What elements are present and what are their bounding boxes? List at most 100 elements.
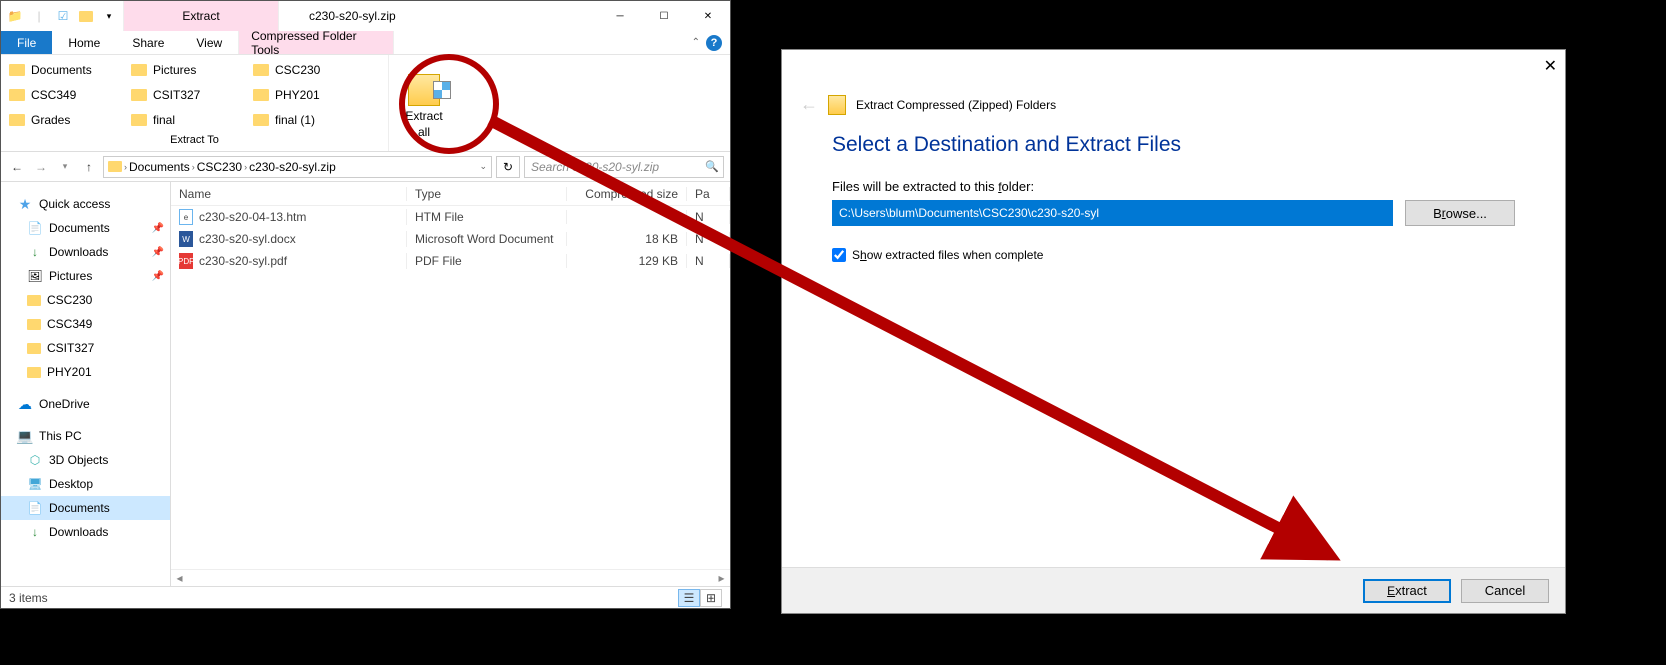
help-icon[interactable]: ? [706, 35, 722, 51]
horizontal-scrollbar[interactable]: ◂ ▸ [171, 569, 730, 586]
chevron-icon[interactable]: › [192, 162, 195, 172]
qat-chevron-icon[interactable]: ▾ [101, 8, 117, 24]
nav-up-button[interactable]: ↑ [79, 157, 99, 177]
ribbon-content: Documents Pictures CSC230 CSC349 CSIT327… [1, 55, 730, 152]
tab-home[interactable]: Home [52, 31, 116, 54]
dest-final-1[interactable]: final (1) [249, 107, 371, 132]
minimize-button[interactable]: ─ [598, 1, 642, 31]
column-type[interactable]: Type [407, 187, 567, 201]
file-date: N [687, 232, 730, 246]
dest-csc230[interactable]: CSC230 [249, 57, 371, 82]
folder-icon [9, 114, 25, 126]
nav-label: Desktop [49, 477, 93, 491]
breadcrumb-segment[interactable]: c230-s20-syl.zip [249, 160, 336, 174]
tab-view[interactable]: View [180, 31, 238, 54]
file-date: N [687, 210, 730, 224]
dest-csc349[interactable]: CSC349 [5, 82, 127, 107]
properties-icon[interactable]: ☑ [55, 8, 71, 24]
back-arrow-icon[interactable]: ← [800, 94, 818, 115]
extract-dialog: ✕ ← Extract Compressed (Zipped) Folders … [781, 49, 1566, 614]
cancel-button[interactable]: Cancel [1461, 579, 1549, 603]
view-details-button[interactable]: ☰ [678, 589, 700, 607]
nav-forward-button[interactable]: → [31, 157, 51, 177]
dialog-titlebar: ✕ [782, 50, 1565, 82]
close-button[interactable]: ✕ [686, 1, 730, 31]
nav-label: CSIT327 [47, 341, 94, 355]
pin-icon: 📌 [152, 271, 164, 282]
dest-final[interactable]: final [127, 107, 249, 132]
browse-button[interactable]: Browse... [1405, 200, 1515, 226]
titlebar: 📁 | ☑ ▾ Extract c230-s20-syl.zip ─ ☐ ✕ [1, 1, 730, 31]
dest-csit327[interactable]: CSIT327 [127, 82, 249, 107]
column-date[interactable]: Pa [687, 187, 730, 201]
window-title: c230-s20-syl.zip [279, 9, 396, 23]
address-bar: ← → ▾ ↑ › Documents › CSC230 › c230-s20-… [1, 152, 730, 182]
address-dropdown-icon[interactable]: ⌄ [479, 161, 487, 172]
nav-3d-objects[interactable]: ⬡3D Objects [1, 448, 170, 472]
extract-button[interactable]: Extract [1363, 579, 1451, 603]
destination-path-input[interactable]: C:\Users\blum\Documents\CSC230\c230-s20-… [832, 200, 1393, 226]
checkbox-input[interactable] [832, 248, 846, 262]
3d-objects-icon: ⬡ [27, 452, 43, 468]
file-size: 18 KB [567, 232, 687, 246]
pc-icon: 💻 [17, 428, 33, 444]
tab-file[interactable]: File [1, 31, 52, 54]
checkbox-label: Show extracted files when complete [852, 248, 1043, 262]
ribbon-help: ⌃ ? [692, 31, 730, 54]
nav-downloads[interactable]: ↓Downloads📌 [1, 240, 170, 264]
dest-grades[interactable]: Grades [5, 107, 127, 132]
nav-history-chevron-icon[interactable]: ▾ [55, 157, 75, 177]
file-type: PDF File [407, 254, 567, 268]
nav-documents[interactable]: 📄Documents📌 [1, 216, 170, 240]
dest-phy201[interactable]: PHY201 [249, 82, 371, 107]
nav-downloads-pc[interactable]: ↓Downloads [1, 520, 170, 544]
file-row[interactable]: ec230-s20-04-13.htm HTM File 1 N [171, 206, 730, 228]
view-large-icons-button[interactable]: ⊞ [700, 589, 722, 607]
chevron-icon[interactable]: › [124, 162, 127, 172]
nav-documents-pc[interactable]: 📄Documents [1, 496, 170, 520]
nav-pictures[interactable]: 🖼Pictures📌 [1, 264, 170, 288]
nav-back-button[interactable]: ← [7, 157, 27, 177]
nav-desktop[interactable]: 🖥Desktop [1, 472, 170, 496]
breadcrumb-segment[interactable]: Documents [129, 160, 190, 174]
qat-separator: | [31, 8, 47, 24]
folder-icon [253, 114, 269, 126]
dest-pictures[interactable]: Pictures [127, 57, 249, 82]
tab-share[interactable]: Share [116, 31, 180, 54]
column-name[interactable]: Name [171, 187, 407, 201]
refresh-button[interactable]: ↻ [496, 156, 520, 178]
nav-phy201[interactable]: PHY201 [1, 360, 170, 384]
nav-csc230[interactable]: CSC230 [1, 288, 170, 312]
column-headers: Name Type Compressed size Pa [171, 182, 730, 206]
maximize-button[interactable]: ☐ [642, 1, 686, 31]
nav-this-pc[interactable]: 💻This PC [1, 424, 170, 448]
tab-compressed-folder-tools[interactable]: Compressed Folder Tools [238, 31, 394, 54]
file-row[interactable]: PDFc230-s20-syl.pdf PDF File 129 KB N [171, 250, 730, 272]
chevron-icon[interactable]: › [244, 162, 247, 172]
nav-csit327[interactable]: CSIT327 [1, 336, 170, 360]
dest-documents[interactable]: Documents [5, 57, 127, 82]
new-folder-icon[interactable] [79, 11, 93, 22]
file-size: 129 KB [567, 254, 687, 268]
folder-icon [131, 89, 147, 101]
dest-label: final [153, 113, 175, 127]
show-files-checkbox[interactable]: Show extracted files when complete [832, 248, 1515, 262]
folder-icon [131, 64, 147, 76]
extract-all-button[interactable]: Extractall [389, 55, 459, 151]
scroll-left-icon[interactable]: ◂ [171, 570, 188, 587]
breadcrumb-box[interactable]: › Documents › CSC230 › c230-s20-syl.zip … [103, 156, 492, 178]
nav-onedrive[interactable]: ☁OneDrive [1, 392, 170, 416]
downloads-icon: ↓ [27, 524, 43, 540]
nav-quick-access[interactable]: ★Quick access [1, 192, 170, 216]
dialog-close-button[interactable]: ✕ [1544, 56, 1557, 76]
search-input[interactable]: Search c230-s20-syl.zip [524, 156, 724, 178]
nav-label: Downloads [49, 245, 108, 259]
file-list-pane: Name Type Compressed size Pa ec230-s20-0… [171, 182, 730, 586]
dialog-header: ← Extract Compressed (Zipped) Folders [782, 82, 1565, 133]
file-row[interactable]: Wc230-s20-syl.docx Microsoft Word Docume… [171, 228, 730, 250]
nav-csc349[interactable]: CSC349 [1, 312, 170, 336]
breadcrumb-segment[interactable]: CSC230 [197, 160, 242, 174]
column-size[interactable]: Compressed size [567, 187, 687, 201]
ribbon-collapse-icon[interactable]: ⌃ [692, 37, 700, 48]
scroll-right-icon[interactable]: ▸ [713, 570, 730, 587]
